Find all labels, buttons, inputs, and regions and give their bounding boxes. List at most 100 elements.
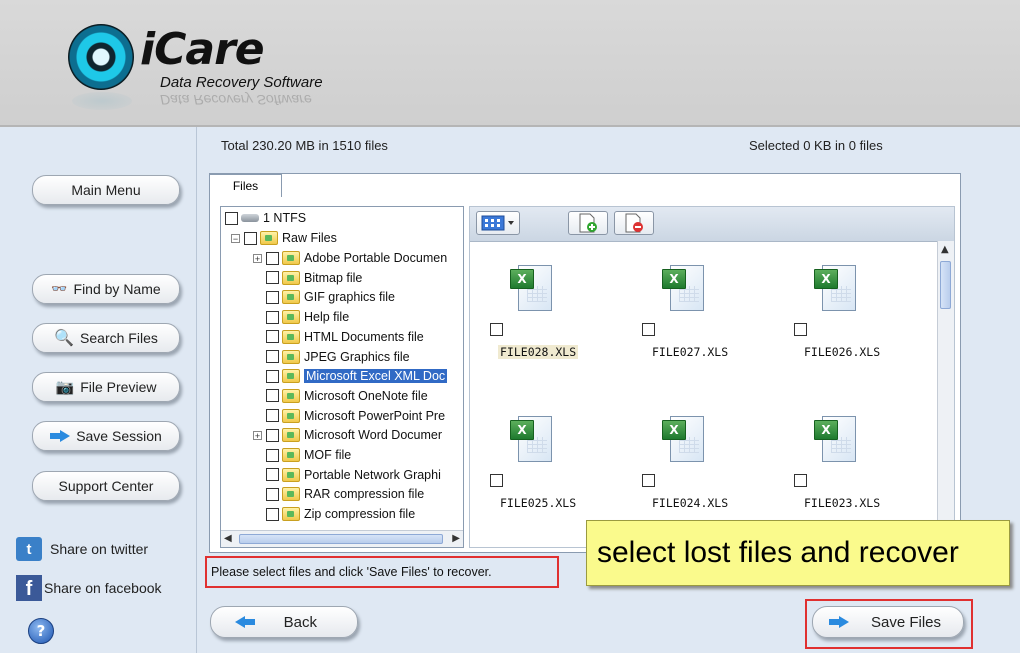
file-checkbox[interactable]: [794, 474, 807, 487]
excel-file-icon: X: [814, 263, 858, 313]
tree-item-label: MOF file: [304, 448, 352, 462]
share-facebook-label: Share on facebook: [44, 580, 162, 596]
tree-item-checkbox[interactable]: [266, 251, 279, 265]
share-twitter-link[interactable]: t Share on twitter: [16, 537, 148, 561]
tree-root[interactable]: 1 NTFS: [225, 208, 306, 228]
disc-logo-icon: [68, 24, 134, 90]
scroll-up-icon[interactable]: ▲: [941, 244, 949, 255]
file-item[interactable]: X FILE028.XLS: [480, 263, 590, 381]
help-icon[interactable]: ?: [28, 618, 54, 644]
tree-item[interactable]: HTML Documents file: [253, 327, 424, 347]
folder-icon: [282, 388, 300, 403]
file-preview-button[interactable]: 📷 File Preview: [32, 372, 180, 402]
excel-file-icon: X: [510, 414, 554, 464]
view-mode-button[interactable]: [476, 211, 520, 235]
file-item[interactable]: X FILE026.XLS: [784, 263, 894, 381]
tree-item-checkbox[interactable]: [266, 448, 279, 462]
main-menu-label: Main Menu: [71, 182, 141, 198]
file-checkbox[interactable]: [642, 323, 655, 336]
binoculars-icon: 👓: [51, 281, 68, 296]
scroll-thumb[interactable]: [940, 261, 951, 309]
find-by-name-label: Find by Name: [73, 281, 161, 297]
tree-item-label: Portable Network Graphi: [304, 467, 441, 482]
tree-item[interactable]: Bitmap file: [253, 268, 362, 288]
tree-item-checkbox[interactable]: [266, 271, 279, 285]
find-by-name-button[interactable]: 👓 Find by Name: [32, 274, 180, 304]
support-center-label: Support Center: [58, 478, 154, 494]
tree-item-checkbox[interactable]: [266, 468, 279, 482]
file-item[interactable]: X FILE024.XLS: [632, 414, 742, 532]
expand-icon[interactable]: +: [253, 253, 262, 263]
tree-item[interactable]: RAR compression file: [253, 484, 424, 504]
folder-icon: [282, 349, 300, 364]
tree-item-checkbox[interactable]: [266, 290, 279, 304]
tree-item[interactable]: MOF file: [253, 445, 351, 465]
tree-item-checkbox[interactable]: [266, 428, 279, 442]
scroll-left-icon[interactable]: ◀: [224, 533, 232, 544]
tree-item-checkbox[interactable]: [266, 487, 279, 501]
scroll-right-icon[interactable]: ▶: [452, 533, 460, 544]
back-label: Back: [283, 613, 317, 631]
save-session-button[interactable]: Save Session: [32, 421, 180, 451]
file-checkbox[interactable]: [490, 474, 503, 487]
tree-item-checkbox[interactable]: [266, 310, 279, 324]
tree-item[interactable]: + Microsoft Word Documer: [253, 425, 442, 445]
main-menu-button[interactable]: Main Menu: [32, 175, 180, 205]
tree-item[interactable]: Zip compression file: [253, 504, 415, 524]
logo-tagline-reflection: Data Recovery Software: [160, 92, 312, 108]
tree-item-checkbox[interactable]: [266, 507, 279, 521]
tree-item-checkbox[interactable]: [266, 369, 279, 383]
back-button[interactable]: Back: [210, 606, 358, 638]
file-checkbox[interactable]: [642, 474, 655, 487]
scroll-thumb[interactable]: [239, 534, 443, 544]
tree-item[interactable]: Help file: [253, 307, 349, 327]
tree-group-label: Raw Files: [282, 231, 337, 245]
tree-root-checkbox[interactable]: [225, 211, 238, 225]
tree-item-checkbox[interactable]: [266, 330, 279, 344]
xls-badge: X: [510, 269, 534, 289]
folder-icon: [282, 507, 300, 522]
grid-vertical-scrollbar[interactable]: ▲: [937, 241, 954, 547]
tree-group-checkbox[interactable]: [244, 231, 257, 245]
excel-file-icon: X: [814, 414, 858, 464]
tab-files[interactable]: Files: [209, 174, 282, 197]
tree-item[interactable]: JPEG Graphics file: [253, 347, 410, 367]
xls-badge: X: [814, 269, 838, 289]
folder-icon: [282, 251, 300, 265]
file-name: FILE024.XLS: [652, 496, 729, 510]
file-checkbox[interactable]: [794, 323, 807, 336]
facebook-icon: f: [16, 575, 42, 601]
tree-item[interactable]: + Adobe Portable Documen: [253, 248, 447, 268]
tree-horizontal-scrollbar[interactable]: ◀ ▶: [221, 530, 463, 547]
save-files-button[interactable]: Save Files: [812, 606, 964, 638]
collapse-icon[interactable]: −: [231, 233, 240, 243]
tree-item-label: Bitmap file: [304, 270, 363, 285]
excel-file-icon: X: [662, 414, 706, 464]
tree-item[interactable]: Microsoft OneNote file: [253, 386, 428, 406]
file-checkbox[interactable]: [490, 323, 503, 336]
tree-item[interactable]: Microsoft Excel XML Doc: [253, 366, 448, 386]
tree-item-checkbox[interactable]: [266, 350, 279, 363]
support-center-button[interactable]: Support Center: [32, 471, 180, 501]
arrow-right-icon: [829, 616, 849, 628]
tree-item[interactable]: GIF graphics file: [253, 287, 395, 307]
selected-size-label: Selected 0 KB in 0 files: [749, 138, 883, 153]
file-item[interactable]: X FILE027.XLS: [632, 263, 742, 381]
tree-item-checkbox[interactable]: [266, 389, 279, 403]
grid-view-icon: [481, 215, 514, 231]
expand-icon[interactable]: +: [253, 430, 262, 440]
excel-file-icon: X: [662, 263, 706, 313]
tree-group[interactable]: − Raw Files: [231, 228, 337, 248]
app-header: iCare Data Recovery Software Data Recove…: [0, 0, 1020, 127]
file-type-tree[interactable]: 1 NTFS − Raw Files + Adobe Portable Docum…: [220, 206, 464, 548]
remove-file-button[interactable]: [614, 211, 654, 235]
tree-item-checkbox[interactable]: [266, 409, 279, 423]
file-item[interactable]: X FILE023.XLS: [784, 414, 894, 532]
tree-item[interactable]: Microsoft PowerPoint Pre: [253, 406, 445, 426]
share-facebook-link[interactable]: f Share on facebook: [16, 575, 162, 601]
tree-item[interactable]: Portable Network Graphi: [253, 465, 441, 485]
add-file-button[interactable]: [568, 211, 608, 235]
search-files-button[interactable]: 🔍 Search Files: [32, 323, 180, 353]
tree-item-label: Adobe Portable Documen: [304, 251, 448, 265]
file-item[interactable]: X FILE025.XLS: [480, 414, 590, 532]
